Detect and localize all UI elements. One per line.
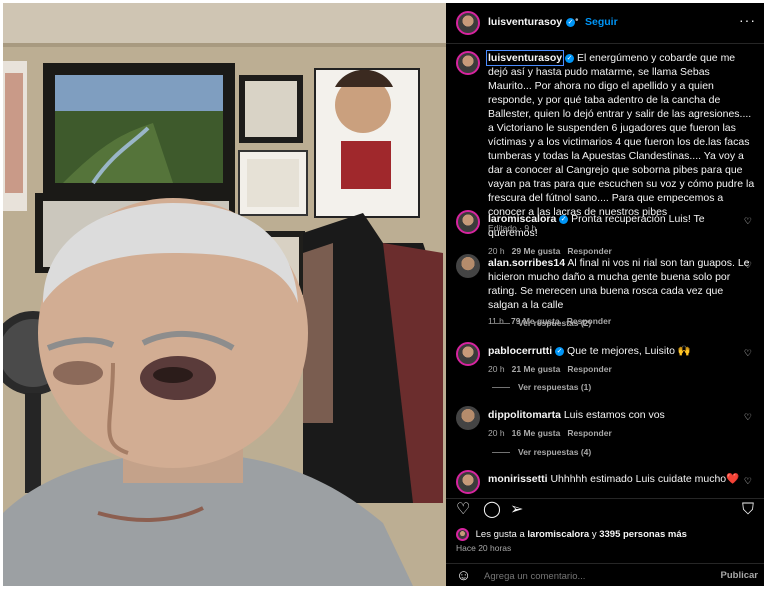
comment-text: Uhhhhh estimado Luis cuidate mucho❤️: [550, 473, 740, 485]
comment-input[interactable]: [482, 567, 696, 585]
verified-badge-icon: ✓: [559, 214, 569, 224]
view-replies-label: Ver respuestas (2): [518, 318, 592, 328]
author-avatar[interactable]: [456, 11, 480, 35]
reply-line: [492, 323, 510, 325]
liker-avatar[interactable]: [456, 528, 469, 541]
verified-badge-icon: ✓: [565, 53, 575, 63]
commenter-avatar[interactable]: [456, 470, 480, 494]
caption-username[interactable]: luisventurasoy: [485, 50, 565, 66]
comment-body: alan.sorribes14 Al final ni vos ni rial …: [488, 256, 753, 326]
view-replies-label: Ver respuestas (4): [518, 447, 592, 457]
comment-body: laromiscalora ✓ Pronta recuperación Luis…: [488, 212, 753, 256]
reply-line: [492, 452, 510, 454]
commenter-avatar[interactable]: [456, 254, 480, 278]
heart-icon[interactable]: ♡: [744, 260, 752, 271]
likes-count[interactable]: 3395 personas más: [599, 529, 687, 540]
comment-bubble-icon[interactable]: ◯: [483, 501, 501, 519]
commenter-username[interactable]: alan.sorribes14: [488, 257, 565, 269]
commenter-username[interactable]: monirissetti: [488, 473, 548, 485]
reply-button[interactable]: Responder: [567, 428, 611, 438]
post-details-panel: luisventurasoy ✓ • Seguir ··· luisventur…: [446, 3, 764, 586]
caption-text-block: luisventurasoy ✓ El energúmeno y cobarde…: [485, 50, 756, 219]
liker-username[interactable]: laromiscalora: [527, 529, 589, 540]
post-actions: ♡ ◯ ➢ ⛉: [446, 498, 764, 521]
photo-illustration: [3, 3, 446, 586]
share-send-icon[interactable]: ➢: [510, 501, 523, 519]
commenter-avatar[interactable]: [456, 342, 480, 366]
likes-prefix: Les gusta a: [475, 529, 525, 541]
more-horizontal-icon[interactable]: ···: [739, 12, 756, 28]
heart-icon[interactable]: ♡: [744, 216, 752, 227]
view-replies-button[interactable]: Ver respuestas (4): [492, 447, 591, 457]
caption-body: luisventurasoy ✓ El energúmeno y cobarde…: [485, 50, 756, 233]
instagram-post-modal: luisventurasoy ✓ • Seguir ··· luisventur…: [0, 0, 767, 589]
post-photo[interactable]: [3, 3, 446, 586]
comment-time: 20 h: [488, 428, 505, 438]
view-replies-button[interactable]: Ver respuestas (2): [492, 318, 591, 328]
comment-composer: ☺ Publicar: [446, 563, 764, 586]
commenter-avatar[interactable]: [456, 406, 480, 430]
caption-author-avatar[interactable]: [456, 51, 480, 75]
commenter-username[interactable]: pablocerrutti: [488, 345, 552, 357]
comment-time: 20 h: [488, 246, 505, 256]
likes-summary: Les gusta a laromiscalora y 3395 persona…: [456, 528, 687, 541]
comment-body: dippolitomarta Luis estamos con vos 20 h…: [488, 408, 753, 438]
emoji-icon[interactable]: ☺: [456, 567, 471, 584]
heart-icon[interactable]: ♡: [744, 476, 752, 487]
comment-likes[interactable]: 16 Me gusta: [512, 428, 561, 438]
heart-icon[interactable]: ♡: [744, 412, 752, 423]
separator-dot: •: [575, 15, 579, 26]
post-header: luisventurasoy ✓ • Seguir ···: [446, 3, 764, 44]
caption-text: El energúmeno y cobarde que me dejó así …: [488, 52, 755, 218]
comment-time: 20 h: [488, 364, 505, 374]
post-time: Hace 20 horas: [456, 543, 512, 553]
reply-button[interactable]: Responder: [567, 364, 611, 374]
comment-likes[interactable]: 29 Me gusta: [512, 246, 561, 256]
reply-button[interactable]: Responder: [567, 246, 611, 256]
verified-badge-icon: ✓: [555, 346, 565, 356]
comment-likes[interactable]: 21 Me gusta: [512, 364, 561, 374]
comment-body: pablocerrutti ✓ Que te mejores, Luisito …: [488, 344, 753, 374]
reply-line: [492, 387, 510, 389]
bookmark-icon[interactable]: ⛉: [742, 501, 754, 519]
comment-body: monirissetti Uhhhhh estimado Luis cuidat…: [488, 472, 753, 486]
commenter-avatar[interactable]: [456, 210, 480, 234]
follow-button[interactable]: Seguir: [585, 16, 618, 28]
likes-middle: y: [591, 529, 597, 541]
publish-button[interactable]: Publicar: [721, 570, 759, 581]
view-replies-label: Ver respuestas (1): [518, 382, 592, 392]
heart-icon[interactable]: ♡: [744, 348, 752, 359]
commenter-username[interactable]: dippolitomarta: [488, 409, 561, 421]
commenter-username[interactable]: laromiscalora: [488, 213, 556, 225]
verified-badge-icon: ✓: [566, 18, 575, 27]
author-username[interactable]: luisventurasoy: [488, 16, 562, 28]
comment-text: Luis estamos con vos: [563, 409, 665, 421]
comment-text: Que te mejores, Luisito 🙌: [567, 345, 691, 357]
view-replies-button[interactable]: Ver respuestas (1): [492, 382, 591, 392]
like-heart-icon[interactable]: ♡: [456, 501, 470, 519]
